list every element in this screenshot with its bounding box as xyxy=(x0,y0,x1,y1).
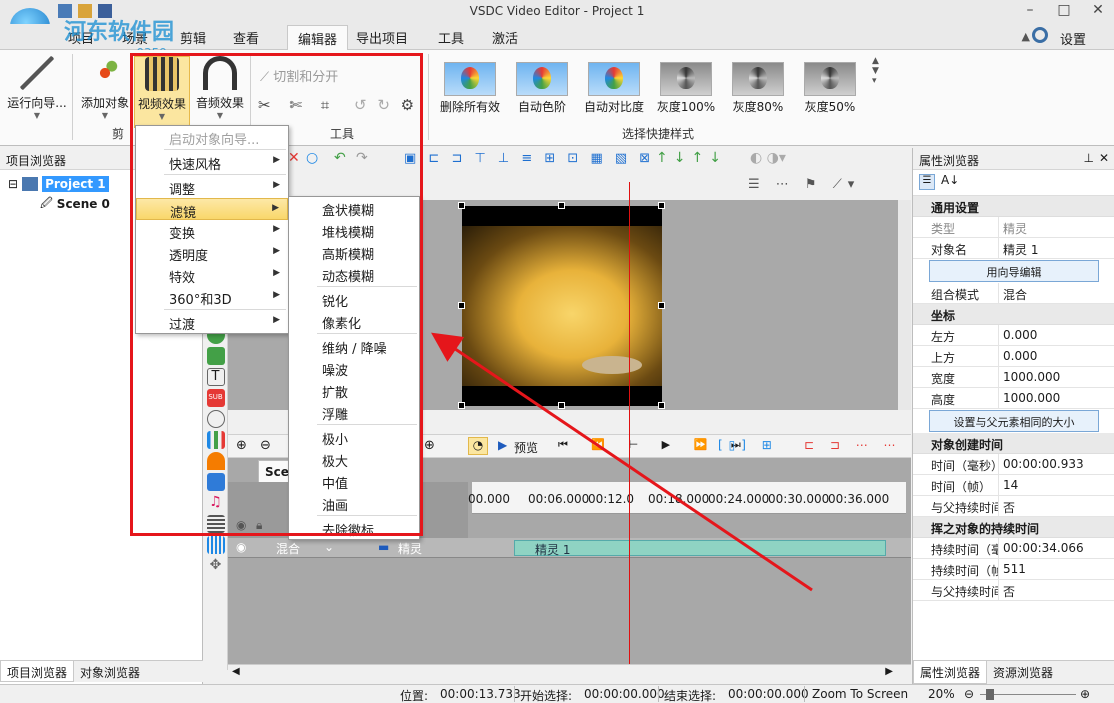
annotation-arrow xyxy=(431,332,813,592)
